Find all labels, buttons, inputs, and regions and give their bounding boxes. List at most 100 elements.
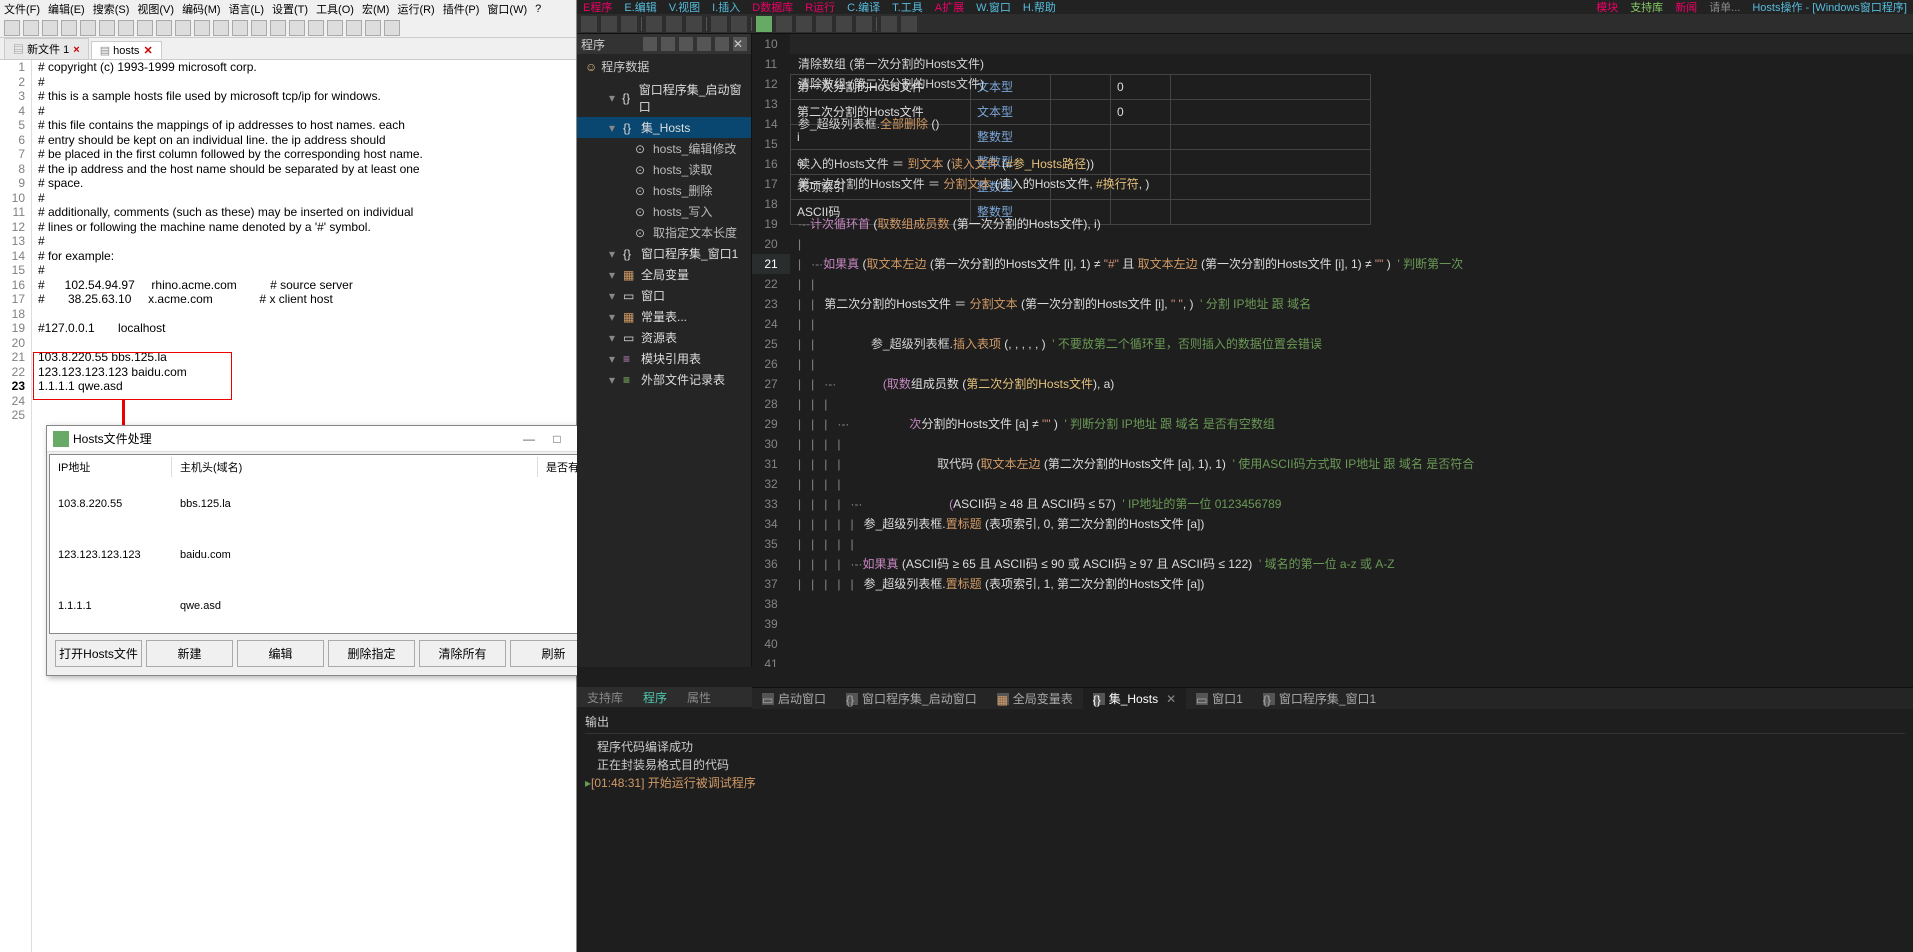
replace-icon[interactable] xyxy=(232,20,248,36)
tree-item[interactable]: ⊙取指定文本长度 xyxy=(577,222,751,243)
code-line[interactable]: 参_超级列表框.全部删除 () xyxy=(798,114,1913,134)
code-editor[interactable]: 1011121314151617181920212223242526272829… xyxy=(752,34,1913,667)
code-line[interactable]: | | | | xyxy=(798,474,1913,494)
tab-newfile[interactable]: ▤ 新文件 1× xyxy=(4,38,89,59)
menu-edit[interactable]: 编辑(E) xyxy=(48,1,85,17)
tree-item[interactable]: ⊙hosts_删除 xyxy=(577,180,751,201)
tree-item[interactable]: ▾▭资源表 xyxy=(577,327,751,348)
code-line[interactable] xyxy=(798,94,1913,114)
redo-icon[interactable] xyxy=(731,16,747,32)
file-tab[interactable]: ▭窗口1 xyxy=(1186,688,1253,709)
tab-close-icon[interactable]: × xyxy=(73,44,79,56)
code-line[interactable]: | | | | ·-· (ASCII码 ≥ 48 且 ASCII码 ≤ 57) … xyxy=(798,494,1913,514)
open-hosts-button[interactable]: 打开Hosts文件 xyxy=(55,640,142,667)
open-icon[interactable] xyxy=(601,16,617,32)
hosts-listview[interactable]: IP地址 主机头(域名) 是否有效 103.8.220.55bbs.125.la… xyxy=(49,454,603,634)
tree-icon[interactable] xyxy=(661,37,675,51)
file-tab[interactable]: {}窗口程序集_窗口1 xyxy=(1253,688,1386,709)
code-line[interactable]: # lines or following the machine name de… xyxy=(38,220,576,235)
nav-news[interactable]: 新闻 xyxy=(1675,0,1697,15)
code-line[interactable]: 清除数组 (第二次分割的Hosts文件) xyxy=(798,74,1913,94)
tree-item[interactable]: ▾{}集_Hosts xyxy=(577,117,751,138)
code-line[interactable]: # additionally, comments (such as these)… xyxy=(38,205,576,220)
zoom-out-icon[interactable] xyxy=(270,20,286,36)
new-button[interactable]: 新建 xyxy=(146,640,233,667)
stop-icon[interactable] xyxy=(796,16,812,32)
dialog-titlebar[interactable]: Hosts文件处理 — □ ✕ xyxy=(47,426,605,452)
delete-button[interactable]: 删除指定 xyxy=(328,640,415,667)
tree-item[interactable]: ▾▭窗口 xyxy=(577,285,751,306)
code-line[interactable]: # xyxy=(38,191,576,206)
tree-item[interactable]: ⊙hosts_写入 xyxy=(577,201,751,222)
tree-item[interactable]: ▾≡外部文件记录表 xyxy=(577,369,751,390)
code-line[interactable] xyxy=(798,194,1913,214)
code-line[interactable]: | | xyxy=(798,354,1913,374)
menu-tools[interactable]: T.工具 xyxy=(892,0,923,15)
code-line[interactable]: | | | | | 参_超级列表框.置标题 (表项索引, 0, 第二次分割的Ho… xyxy=(798,514,1913,534)
code-line[interactable]: # for example: xyxy=(38,249,576,264)
menu-program[interactable]: E程序 xyxy=(583,0,612,15)
code-line[interactable] xyxy=(38,307,576,322)
tab-program[interactable]: 程序 xyxy=(633,689,677,706)
code-line[interactable] xyxy=(38,408,576,423)
code-line[interactable]: # xyxy=(38,104,576,119)
menu-encoding[interactable]: 编码(M) xyxy=(182,1,221,17)
code-line[interactable]: | | 参_超级列表框.插入表项 (, , , , , ) ' 不要放第二个循环… xyxy=(798,334,1913,354)
menu-db[interactable]: D数据库 xyxy=(752,0,793,15)
code-line[interactable] xyxy=(798,134,1913,154)
clear-all-button[interactable]: 清除所有 xyxy=(419,640,506,667)
code-line[interactable]: 清除数组 (第一次分割的Hosts文件) xyxy=(798,54,1913,74)
menu-run[interactable]: 运行(R) xyxy=(397,1,434,17)
tree-root[interactable]: ☺程序数据 xyxy=(577,54,751,79)
nav-lib[interactable]: 支持库 xyxy=(1630,0,1663,15)
tree-icon[interactable] xyxy=(643,37,657,51)
close-icon[interactable] xyxy=(80,20,96,36)
code-line[interactable]: | | | | xyxy=(798,434,1913,454)
code-line[interactable]: | | 第二次分割的Hosts文件 ＝ 分割文本 (第一次分割的Hosts文件 … xyxy=(798,294,1913,314)
menu-run[interactable]: R运行 xyxy=(805,0,835,15)
paste-icon[interactable] xyxy=(686,16,702,32)
invisible-icon[interactable] xyxy=(308,20,324,36)
zoom-in-icon[interactable] xyxy=(251,20,267,36)
code-line[interactable]: #127.0.0.1 localhost xyxy=(38,321,576,336)
menu-view[interactable]: 视图(V) xyxy=(137,1,174,17)
menu-view[interactable]: V.视图 xyxy=(669,0,700,15)
minimize-button[interactable]: — xyxy=(515,432,543,446)
code-line[interactable]: | | | | 取代码 (取文本左边 (第二次分割的Hosts文件 [a], 1… xyxy=(798,454,1913,474)
var-table[interactable]: 第一次分割的Hosts文件文本型0第二次分割的Hosts文件文本型0i整数型a整… xyxy=(790,34,1913,54)
tree-item[interactable]: ▾{}窗口程序集_启动窗口 xyxy=(577,79,751,117)
tab-support[interactable]: 支持库 xyxy=(577,689,633,706)
file-tab[interactable]: {}窗口程序集_启动窗口 xyxy=(836,688,987,709)
tab-close-icon[interactable]: ✕ xyxy=(1166,692,1176,706)
tab-hosts[interactable]: ▤ hosts✕ xyxy=(91,41,162,59)
menu-file[interactable]: 文件(F) xyxy=(4,1,40,17)
code-line[interactable]: # this is a sample hosts file used by mi… xyxy=(38,89,576,104)
tree-pin-icon[interactable] xyxy=(715,37,729,51)
redo-icon[interactable] xyxy=(194,20,210,36)
code-line[interactable]: 读入的Hosts文件 ＝ 到文本 (读入文件 (#参_Hosts路径)) xyxy=(798,154,1913,174)
open-file-icon[interactable] xyxy=(23,20,39,36)
code-line[interactable]: | ·-·如果真 (取文本左边 (第一次分割的Hosts文件 [i], 1) ≠… xyxy=(798,254,1913,274)
menu-macro[interactable]: 宏(M) xyxy=(362,1,390,17)
code-line[interactable]: # 102.54.94.97 rhino.acme.com # source s… xyxy=(38,278,576,293)
code-line[interactable]: | | | ·-· 次分割的Hosts文件 [a] ≠ "" ) ' 判断分割 … xyxy=(798,414,1913,434)
code-line[interactable]: # this file contains the mappings of ip … xyxy=(38,118,576,133)
menu-window[interactable]: 窗口(W) xyxy=(487,1,527,17)
code-line[interactable]: | | | | | xyxy=(798,534,1913,554)
code-line[interactable]: # be placed in the first column followed… xyxy=(38,147,576,162)
save-icon[interactable] xyxy=(621,16,637,32)
menu-search[interactable]: 搜索(S) xyxy=(93,1,130,17)
paste-icon[interactable] xyxy=(156,20,172,36)
tree-icon[interactable] xyxy=(697,37,711,51)
wrap-icon[interactable] xyxy=(289,20,305,36)
nav-module[interactable]: 模块 xyxy=(1596,0,1618,15)
menu-help[interactable]: ? xyxy=(535,3,541,15)
undo-icon[interactable] xyxy=(711,16,727,32)
step-out-icon[interactable] xyxy=(856,16,872,32)
code-line[interactable]: | | | | ·-·如果真 (ASCII码 ≥ 65 且 ASCII码 ≤ 9… xyxy=(798,554,1913,574)
table-row[interactable]: 103.8.220.55bbs.125.la是 xyxy=(52,479,600,528)
menu-settings[interactable]: 设置(T) xyxy=(272,1,308,17)
tree-item[interactable]: ▾▦全局变量 xyxy=(577,264,751,285)
code-line[interactable]: | | | xyxy=(798,394,1913,414)
new-file-icon[interactable] xyxy=(4,20,20,36)
